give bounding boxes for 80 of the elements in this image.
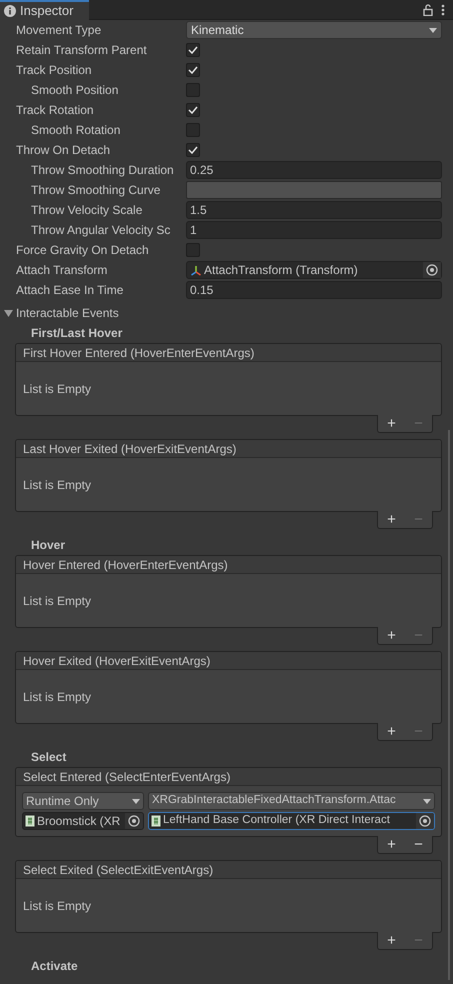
object-picker[interactable] — [416, 813, 434, 829]
object-field[interactable]: AttachTransform (Transform) — [186, 261, 442, 279]
inspector-tab[interactable]: Inspector — [0, 0, 90, 20]
script-icon — [25, 815, 35, 827]
empty-list-text: List is Empty — [23, 592, 92, 610]
target-object-field[interactable]: Broomstick (XR — [22, 812, 144, 830]
foldout[interactable]: Interactable Events — [0, 303, 445, 323]
curve-field[interactable] — [186, 181, 442, 199]
field-label: Throw Velocity Scale — [30, 202, 144, 219]
group-heading: Select — [30, 749, 68, 766]
add-button[interactable]: + — [387, 628, 396, 643]
field-label: Movement Type — [15, 22, 102, 39]
object-value: Broomstick (XR — [36, 813, 122, 829]
number-field[interactable]: 1.5 — [186, 201, 442, 219]
runtime-dropdown[interactable]: Runtime Only — [22, 792, 144, 810]
object-value: AttachTransform (Transform) — [204, 262, 359, 279]
expand-triangle-icon — [4, 308, 13, 318]
field-label: Retain Transform Parent — [15, 42, 148, 59]
tab-title: Inspector — [20, 2, 74, 20]
event-title: First Hover Entered (HoverEnterEventArgs) — [16, 344, 441, 362]
field-label: Throw Smoothing Duration — [30, 162, 175, 179]
caret-icon — [132, 798, 140, 804]
target-icon — [426, 264, 438, 276]
event-title: Select Entered (SelectEnterEventArgs) — [16, 768, 441, 786]
field-label: Attach Ease In Time — [15, 282, 124, 299]
argument-object-field[interactable]: LeftHand Base Controller (XR Direct Interact — [148, 812, 435, 830]
transform-icon — [190, 264, 202, 276]
add-button[interactable]: + — [387, 933, 396, 948]
field-label: Attach Transform — [15, 262, 108, 279]
function-dropdown[interactable]: XRGrabInteractableFixedAttachTransform.Attac — [148, 792, 435, 810]
field-label: Throw Smoothing Curve — [30, 182, 162, 199]
script-icon — [151, 815, 161, 827]
event-title: Hover Entered (HoverEnterEventArgs) — [16, 556, 441, 574]
dropdown-value: Kinematic — [191, 22, 244, 39]
empty-list-text: List is Empty — [23, 688, 92, 706]
field-label: Track Position — [15, 62, 93, 79]
number-field[interactable]: 0.15 — [186, 281, 442, 299]
event-title: Last Hover Exited (HoverExitEventArgs) — [16, 440, 441, 458]
checkbox[interactable] — [186, 243, 200, 257]
remove-button[interactable]: − — [414, 837, 423, 852]
group-heading: First/Last Hover — [30, 325, 124, 342]
checkbox[interactable] — [186, 123, 200, 137]
foldout-title: Interactable Events — [16, 305, 119, 322]
field-label: Track Rotation — [15, 102, 95, 119]
event-title: Select Exited (SelectExitEventArgs) — [16, 861, 441, 879]
field-label: Force Gravity On Detach — [15, 242, 150, 259]
empty-list-text: List is Empty — [23, 380, 92, 398]
empty-list-text: List is Empty — [23, 898, 92, 914]
number-field[interactable]: 1 — [186, 221, 442, 239]
dropdown-value: Runtime Only — [26, 793, 99, 810]
checkbox[interactable] — [186, 103, 200, 117]
checkbox[interactable] — [186, 83, 200, 97]
more-icon[interactable] — [441, 4, 445, 16]
checkbox[interactable] — [186, 143, 200, 157]
object-picker[interactable] — [423, 262, 441, 278]
target-icon — [128, 815, 140, 827]
target-icon — [419, 815, 431, 827]
number-field[interactable]: 0.25 — [186, 161, 442, 179]
checkbox[interactable] — [186, 63, 200, 77]
dropdown[interactable]: Kinematic — [186, 21, 442, 39]
add-button[interactable]: + — [387, 416, 396, 431]
caret-icon — [423, 798, 431, 804]
field-label: Smooth Position — [30, 82, 120, 99]
dropdown-value: XRGrabInteractableFixedAttachTransform.Attac — [152, 793, 396, 808]
group-heading: Activate — [30, 958, 79, 975]
event-title: Hover Exited (HoverExitEventArgs) — [16, 652, 441, 670]
empty-list-text: List is Empty — [23, 476, 92, 494]
add-button[interactable]: + — [387, 512, 396, 527]
checkbox[interactable] — [186, 43, 200, 57]
group-heading: Hover — [30, 537, 66, 554]
info-icon — [4, 4, 16, 16]
object-picker[interactable] — [125, 813, 143, 829]
field-label: Throw On Detach — [15, 142, 112, 159]
field-label: Throw Angular Velocity Sc — [30, 222, 172, 239]
object-value: LeftHand Base Controller (XR Direct Interact — [162, 813, 391, 828]
caret-icon — [429, 28, 437, 32]
lock-icon[interactable] — [423, 4, 433, 16]
add-button[interactable]: + — [387, 724, 396, 739]
field-label: Smooth Rotation — [30, 122, 122, 139]
add-button[interactable]: + — [387, 837, 396, 852]
